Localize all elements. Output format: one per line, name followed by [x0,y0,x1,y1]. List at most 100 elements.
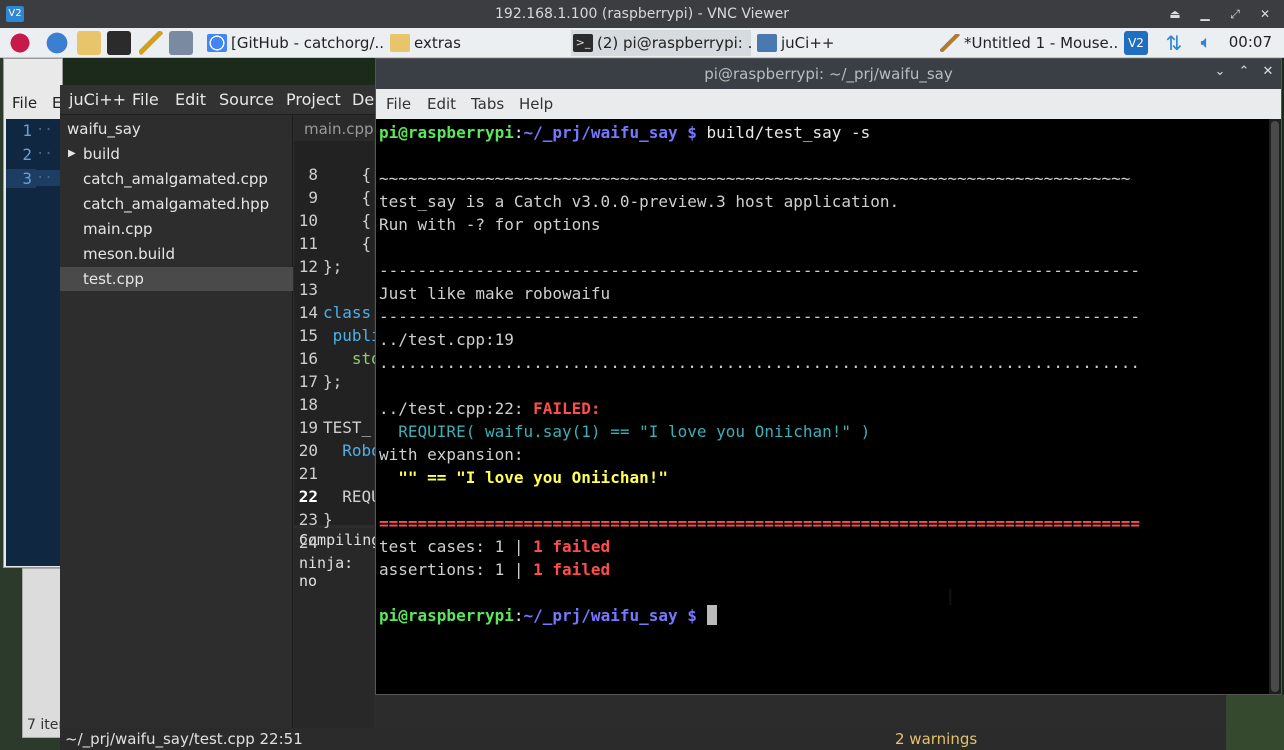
line-number: 21 [298,464,318,483]
task-mousepad[interactable]: *Untitled 1 - Mouse... [938,30,1118,56]
dash-rule: ----------------------------------------… [379,307,1140,326]
prompt-user: pi@raspberrypi [379,606,514,625]
status-path: ~/_prj/waifu_say/test.cpp 22:51 [65,730,303,748]
close-icon[interactable]: ✕ [1259,64,1277,79]
pencil-icon [940,34,960,52]
line-number: 8 [308,165,318,184]
failure-line: ../test.cpp:22: FAILED: [379,397,601,420]
project-tree: waifu_say ▶ build catch_amalgamated.cpp … [60,115,293,728]
line-number: 11 [298,234,318,253]
whitespace-dots: ·· [36,170,62,186]
run-line: Run with -? for options [379,215,601,234]
line-number: 9 [308,188,318,207]
task-juci[interactable]: juCi++ [755,30,935,56]
terminal-menubar: File Edit Tabs Help [376,89,1281,119]
mousepad-line-number: 1 [22,121,32,140]
prompt-line: pi@raspberrypi:~/_prj/waifu_say $ build/… [379,121,870,144]
tree-item-file[interactable]: catch_amalgamated.cpp [60,167,293,191]
prompt-line: pi@raspberrypi:~/_prj/waifu_say $ [379,604,717,627]
chevron-up-icon[interactable]: ⌃ [1235,64,1253,79]
chevron-down-icon[interactable]: ⌄ [1211,64,1229,79]
mousepad-menu-file[interactable]: File [12,94,37,112]
juci-menu-app[interactable]: juCi++ [69,90,126,109]
task-github[interactable]: [GitHub - catchorg/... [205,30,385,56]
juci-menu-project[interactable]: Project [286,90,341,109]
line-number: 10 [298,211,318,230]
code-line: { [323,165,372,184]
volume-icon[interactable]: 🔈︎ [1194,31,1218,55]
vnc-tray-icon[interactable]: V2 [1124,31,1148,55]
tree-item-file[interactable]: meson.build [60,242,293,266]
file-manager-window: 7 iter [22,568,64,738]
code-line: publi [323,326,381,345]
prompt-sep: : [513,123,524,142]
juci-menu-file[interactable]: File [132,90,159,109]
task-extras[interactable]: extras [388,30,568,56]
tree-root[interactable]: waifu_say [60,117,293,141]
dash-rule: ----------------------------------------… [379,261,1140,280]
tree-item-build[interactable]: ▶ build [60,142,293,166]
line-number: 12 [298,257,318,276]
minimize-icon[interactable]: ▁ [1195,4,1215,24]
close-icon[interactable]: ✕ [1255,4,1275,24]
juci-menu-source[interactable]: Source [219,90,274,109]
terminal-window-title: pi@raspberrypi: ~/_prj/waifu_say [704,65,953,83]
code-line: { [323,234,372,253]
browser-globe-icon[interactable] [45,31,69,55]
raspberry-menu-icon[interactable] [8,31,32,55]
line-number: 13 [298,280,318,299]
mousepad-line-number-current: 3 [6,169,36,188]
folder-icon [390,34,410,52]
network-arrows-icon[interactable]: ⇅ [1162,31,1186,55]
terminal-window: pi@raspberrypi: ~/_prj/waifu_say ⌄ ⌃ ✕ F… [375,58,1282,695]
app-launcher-icon[interactable] [169,31,193,55]
mousepad-line-number: 2 [22,145,32,164]
terminal-menu-edit[interactable]: Edit [427,95,456,113]
restore-icon[interactable]: ⤢ [1225,4,1245,24]
task-label: *Untitled 1 - Mouse... [964,34,1118,52]
terminal-menu-tabs[interactable]: Tabs [471,95,504,113]
juci-menu-edit[interactable]: Edit [175,90,206,109]
mousepad-editor[interactable]: 1 ·· 2 ·· 3 ·· [6,119,62,566]
terminal-menu-help[interactable]: Help [519,95,553,113]
pin-icon[interactable]: ⏏ [1165,4,1185,24]
juci-menu-debug[interactable]: De [352,90,374,109]
taskbar: [GitHub - catchorg/... extras >_ (2) pi@… [0,28,1284,58]
summary-failed: 1 failed [533,560,611,579]
tree-item-file[interactable]: main.cpp [60,217,293,241]
mousepad-window: File E 1 ·· 2 ·· 3 ·· [3,58,63,568]
line-number: 19 [298,418,318,437]
vnc-title-bar: V2 192.168.1.100 (raspberrypi) - VNC Vie… [0,0,1284,28]
text-editor-launcher-icon[interactable] [139,31,163,55]
mouse-ibeam-cursor-icon: I [947,586,954,611]
require-line: REQUIRE( waifu.say(1) == "I love you Oni… [379,422,871,441]
host-line: test_say is a Catch v3.0.0-preview.3 hos… [379,192,900,211]
test-name: Just like make robowaifu [379,284,611,303]
file-manager-icon[interactable] [77,31,101,55]
prompt-user: pi@raspberrypi [379,123,514,142]
line-number: 18 [298,395,318,414]
prompt-sep: : [513,606,524,625]
tree-item-file[interactable]: catch_amalgamated.hpp [60,192,293,216]
text-cursor [706,605,717,625]
vnc-window-title: 192.168.1.100 (raspberrypi) - VNC Viewer [495,6,789,22]
line-number: 17 [298,372,318,391]
task-terminal[interactable]: >_ (2) pi@raspberrypi: ... [571,30,751,56]
tree-item-label: build [83,145,120,163]
terminal-output[interactable]: pi@raspberrypi:~/_prj/waifu_say $ build/… [376,119,1269,694]
terminal-title-bar: pi@raspberrypi: ~/_prj/waifu_say ⌄ ⌃ ✕ [376,59,1281,89]
expander-arrow-icon[interactable]: ▶ [68,142,76,166]
code-line: }; [323,257,343,276]
terminal-scrollbar-thumb[interactable] [1271,121,1279,692]
tree-item-file-selected[interactable]: test.cpp [60,267,293,291]
tilde-rule: ~~~~~~~~~~~~~~~~~~~~~~~~~~~~~~~~~~~~~~~~… [379,169,1131,188]
whitespace-dots: ·· [36,122,53,138]
whitespace-dots: ·· [36,146,53,162]
terminal-launcher-icon[interactable] [107,31,131,55]
juci-terminal-pane[interactable]: Compiling ninja: no [294,528,380,728]
clock[interactable]: 00:07 [1229,33,1272,51]
terminal-menu-file[interactable]: File [386,95,411,113]
test-cases-summary: test cases: 1 | 1 failed [379,535,610,558]
tab-main-cpp[interactable]: main.cpp [294,115,374,141]
status-warnings[interactable]: 2 warnings [895,730,977,748]
